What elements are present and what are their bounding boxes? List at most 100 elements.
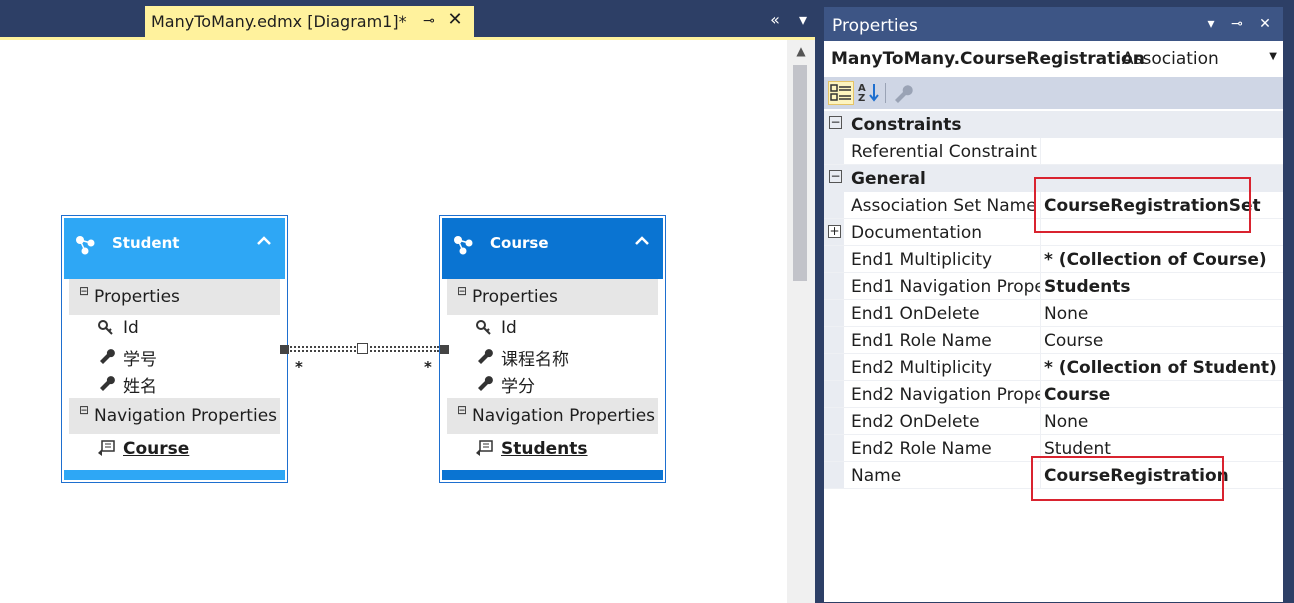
properties-title-bar[interactable]: Properties ▾ ⊸ ✕ (824, 7, 1283, 41)
collapse-icon[interactable]: − (829, 170, 842, 183)
scroll-up-icon[interactable]: ▲ (793, 44, 809, 58)
chevron-up-icon[interactable] (255, 232, 273, 250)
property-name: 姓名 (123, 377, 157, 397)
wrench-icon (100, 376, 115, 391)
property-name: End1 OnDelete (851, 304, 980, 324)
tab-strip (0, 0, 145, 37)
property-row-end2-ondelete[interactable]: End2 OnDelete None (824, 408, 1283, 435)
properties-section-header[interactable]: ⊟ Properties (447, 279, 658, 315)
entity-header[interactable]: Course (442, 218, 663, 279)
column-divider[interactable] (1040, 246, 1041, 272)
property-name: End2 Multiplicity (851, 358, 993, 378)
column-divider[interactable] (1040, 327, 1041, 353)
property-pages-button[interactable] (891, 81, 917, 105)
property-row-end2-navigation-property[interactable]: End2 Navigation Property Course (824, 381, 1283, 408)
property-value[interactable]: Students (1044, 277, 1131, 297)
column-divider[interactable] (1040, 408, 1041, 434)
column-divider[interactable] (1040, 138, 1041, 164)
tab-menu-dropdown-icon[interactable]: ▾ (792, 10, 814, 30)
key-icon (98, 320, 113, 335)
dropdown-icon[interactable]: ▾ (1202, 15, 1220, 33)
connector-midpoint-handle[interactable] (357, 343, 368, 354)
property-row[interactable]: 学分 (447, 369, 658, 397)
highlight-box-association-set-name (1034, 177, 1251, 233)
navigation-row-course[interactable]: Course (69, 434, 280, 464)
chevron-down-icon[interactable]: ▼ (1269, 51, 1277, 62)
navigation-section-header[interactable]: ⊟ Navigation Properties (447, 398, 658, 434)
collapse-section-icon[interactable]: ⊟ (457, 403, 467, 417)
navigation-name[interactable]: Students (501, 439, 588, 459)
connector-end-handle[interactable] (280, 345, 289, 354)
svg-text:Z: Z (858, 93, 865, 103)
entity-name: Student (112, 234, 180, 252)
navigation-name[interactable]: Course (123, 439, 189, 459)
tab-title: ManyToMany.edmx [Diagram1]* (151, 12, 407, 31)
property-value[interactable]: Course (1044, 331, 1103, 351)
section-label: Properties (472, 287, 558, 307)
wrench-icon (478, 376, 493, 391)
chevron-up-icon[interactable] (633, 232, 651, 250)
property-value[interactable]: * (Collection of Course) (1044, 250, 1267, 270)
section-label: Navigation Properties (472, 406, 656, 426)
entity-body: ⊟ Properties Id 学号 姓名 ⊟ Navigation Prope… (69, 279, 280, 464)
category-constraints[interactable]: − Constraints (824, 111, 1283, 138)
property-row-referential-constraint[interactable]: Referential Constraint (824, 138, 1283, 165)
column-divider[interactable] (1040, 273, 1041, 299)
navigation-row-students[interactable]: Students (447, 434, 658, 464)
property-row-id[interactable]: Id (447, 315, 658, 342)
property-row[interactable]: 课程名称 (447, 342, 658, 370)
property-name: 学分 (501, 377, 535, 397)
collapse-icon[interactable]: − (829, 116, 842, 129)
entity-course[interactable]: Course ⊟ Properties Id 课程名称 学分 ⊟ Navigat… (439, 215, 666, 483)
property-value[interactable]: * (Collection of Student) (1044, 358, 1277, 378)
entity-header[interactable]: Student (64, 218, 285, 279)
collapse-section-icon[interactable]: ⊟ (79, 284, 89, 298)
connector-end-handle[interactable] (440, 345, 449, 354)
property-name: End2 Role Name (851, 439, 992, 459)
pin-icon[interactable]: ⊸ (420, 12, 438, 30)
end1-multiplicity-label: * (295, 358, 303, 376)
categorized-button[interactable] (828, 81, 854, 105)
entity-footer (64, 470, 285, 480)
category-label: General (851, 169, 926, 189)
close-icon[interactable]: ✕ (1256, 15, 1274, 33)
properties-section-header[interactable]: ⊟ Properties (69, 279, 280, 315)
property-name: Id (501, 318, 517, 338)
property-row-id[interactable]: Id (69, 315, 280, 342)
wrench-icon (100, 349, 115, 364)
scroll-tabs-icon[interactable]: « (764, 10, 786, 30)
properties-toolbar: AZ (824, 77, 1283, 109)
collapse-section-icon[interactable]: ⊟ (457, 284, 467, 298)
pin-icon[interactable]: ⊸ (1228, 15, 1246, 33)
property-value[interactable]: Course (1044, 385, 1110, 405)
vertical-scrollbar[interactable]: ▲ (787, 40, 815, 603)
navigation-property-icon (476, 440, 493, 456)
row-gutter (824, 138, 844, 164)
tab-manytomany-edmx[interactable]: ManyToMany.edmx [Diagram1]* ⊸ ✕ (145, 6, 474, 37)
column-divider[interactable] (1040, 300, 1041, 326)
property-row-end1-multiplicity[interactable]: End1 Multiplicity * (Collection of Cours… (824, 246, 1283, 273)
property-name: Referential Constraint (851, 142, 1037, 162)
property-row-end2-multiplicity[interactable]: End2 Multiplicity * (Collection of Stude… (824, 354, 1283, 381)
entity-footer (442, 470, 663, 480)
object-selector[interactable]: ManyToMany.CourseRegistration Associatio… (824, 41, 1283, 77)
property-name: Name (851, 466, 902, 486)
property-value[interactable]: None (1044, 412, 1088, 432)
property-row[interactable]: 姓名 (69, 369, 280, 397)
property-row-end1-role-name[interactable]: End1 Role Name Course (824, 327, 1283, 354)
collapse-section-icon[interactable]: ⊟ (79, 403, 89, 417)
column-divider[interactable] (1040, 354, 1041, 380)
scrollbar-thumb[interactable] (793, 65, 807, 281)
properties-panel: Properties ▾ ⊸ ✕ ManyToMany.CourseRegist… (823, 6, 1284, 603)
alphabetical-button[interactable]: AZ (857, 81, 883, 105)
expand-icon[interactable]: + (828, 225, 841, 238)
property-row[interactable]: 学号 (69, 342, 280, 370)
entity-student[interactable]: Student ⊟ Properties Id 学号 姓名 ⊟ Navigati… (61, 215, 288, 483)
property-row-end1-ondelete[interactable]: End1 OnDelete None (824, 300, 1283, 327)
navigation-section-header[interactable]: ⊟ Navigation Properties (69, 398, 280, 434)
row-gutter (824, 408, 844, 434)
close-icon[interactable]: ✕ (445, 10, 465, 30)
column-divider[interactable] (1040, 381, 1041, 407)
property-value[interactable]: None (1044, 304, 1088, 324)
property-row-end1-navigation-property[interactable]: End1 Navigation Property Students (824, 273, 1283, 300)
